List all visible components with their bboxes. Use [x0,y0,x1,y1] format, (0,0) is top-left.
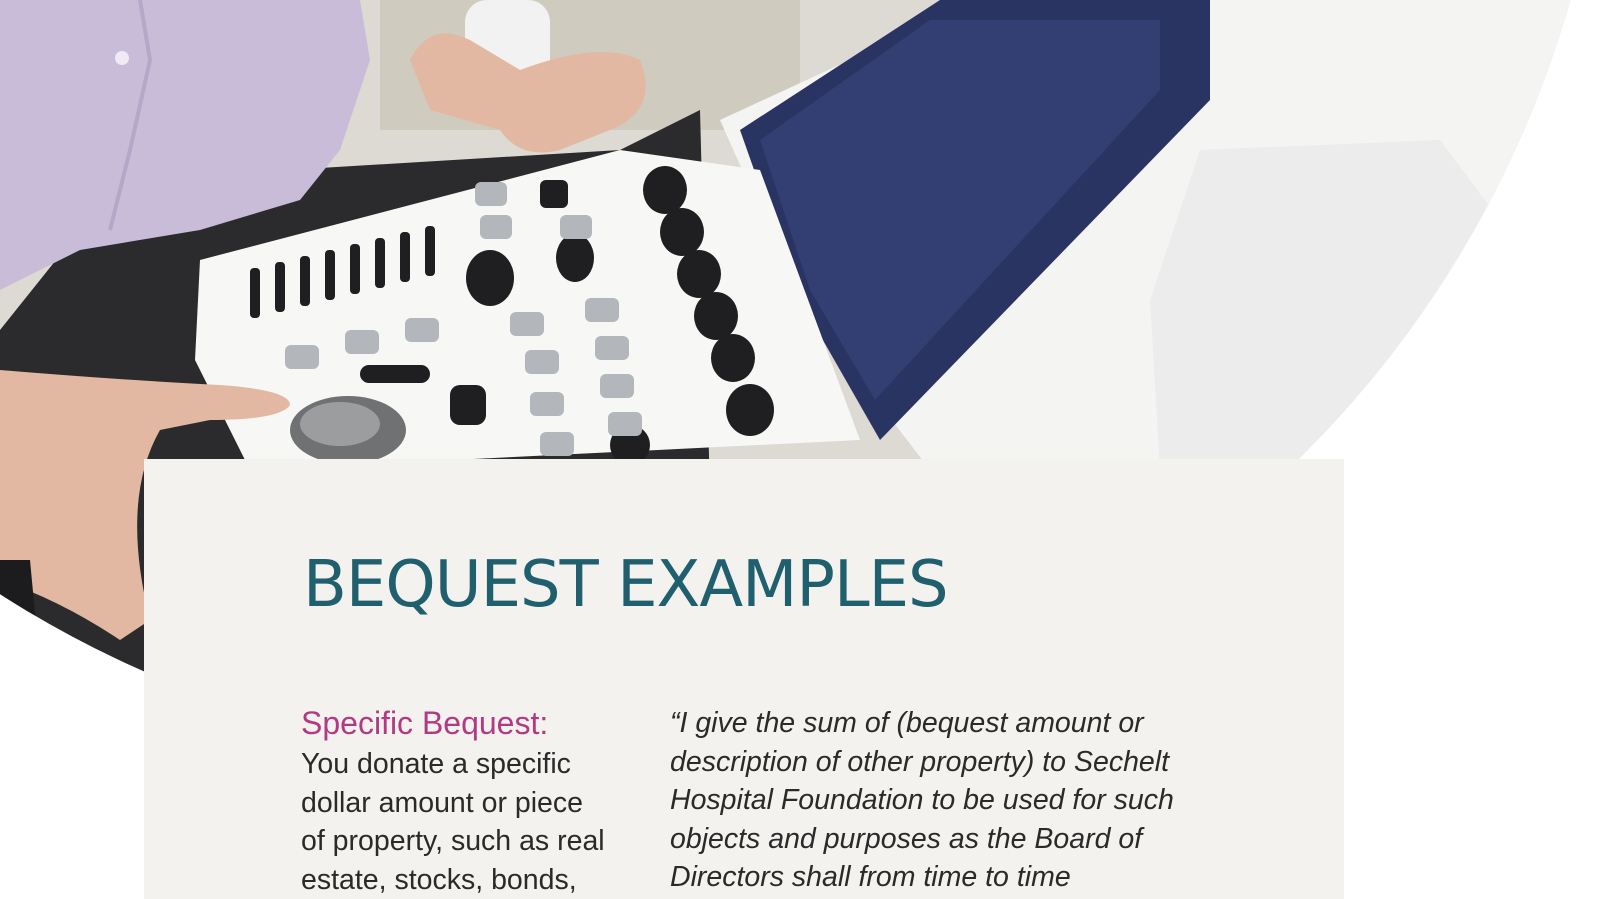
bequest-quote: “I give the sum of (bequest amount or de… [670,707,1174,893]
page-title: BEQUEST EXAMPLES [303,548,949,622]
specific-bequest-label: Specific Bequest: [301,705,549,741]
specific-bequest-description: You donate a specific dollar amount or p… [301,748,605,896]
